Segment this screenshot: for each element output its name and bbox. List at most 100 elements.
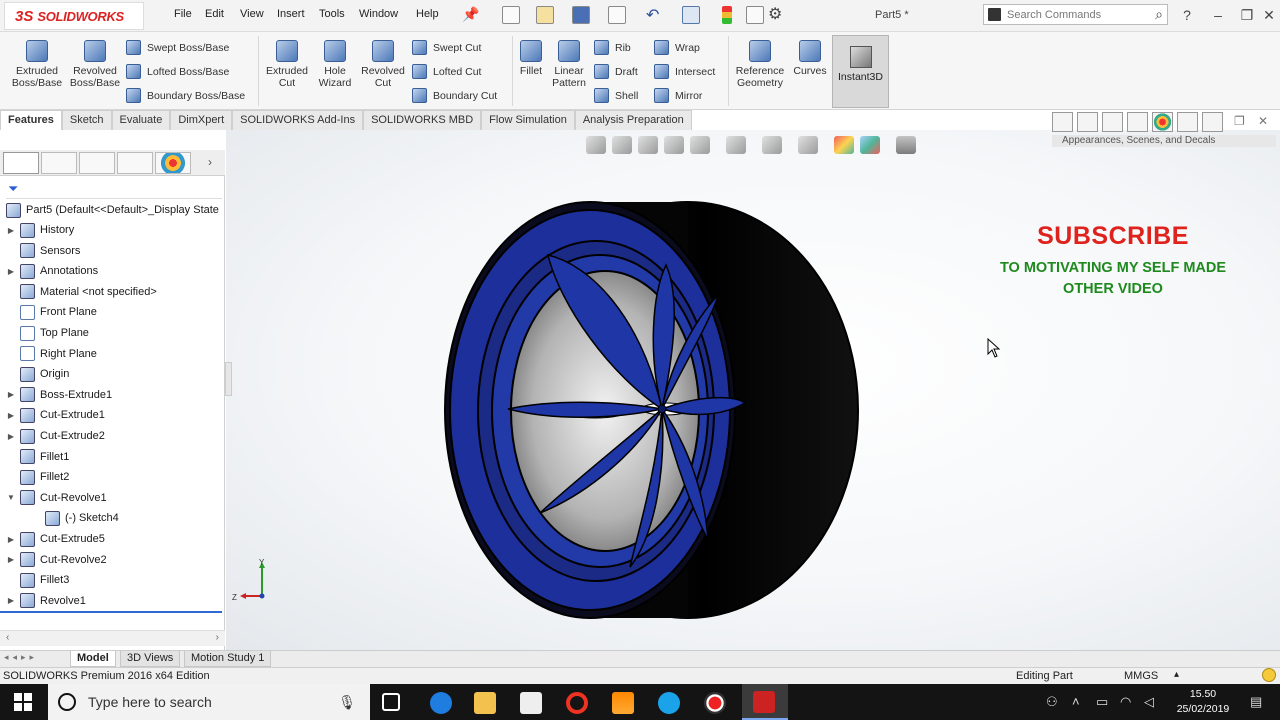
linear-pattern-button[interactable]: Linear Pattern bbox=[549, 40, 589, 89]
zoom-to-area-icon[interactable] bbox=[612, 136, 632, 154]
tab-scroll-arrows-icon[interactable]: ◂◂▸▸ bbox=[4, 652, 38, 663]
edge-icon[interactable] bbox=[430, 692, 452, 714]
tray-up-icon[interactable]: ˄ bbox=[1072, 694, 1080, 709]
revolved-cut-button[interactable]: Revolved Cut bbox=[358, 40, 408, 89]
store-icon[interactable] bbox=[520, 692, 542, 714]
extruded-cut-button[interactable]: Extruded Cut bbox=[262, 40, 312, 89]
units-chevron-icon[interactable]: ▴ bbox=[1174, 669, 1179, 680]
tree-item[interactable]: ▶ Cut-Extrude5 bbox=[0, 529, 225, 549]
wheel-model[interactable] bbox=[440, 195, 870, 625]
help-icon[interactable]: ? bbox=[1176, 5, 1198, 25]
hole-wizard-button[interactable]: Hole Wizard bbox=[314, 40, 356, 89]
solidworks-taskbar-button[interactable] bbox=[742, 684, 788, 720]
tree-item[interactable]: ▶ Revolve1 bbox=[0, 591, 225, 611]
notification-icon[interactable] bbox=[1262, 668, 1276, 682]
tab-features[interactable]: Features bbox=[0, 110, 62, 130]
revolved-boss-button[interactable]: Revolved Boss/Base bbox=[68, 40, 122, 89]
tab-analysis-preparation[interactable]: Analysis Preparation bbox=[574, 110, 692, 130]
fillet-button[interactable]: Fillet bbox=[516, 40, 546, 77]
status-units[interactable]: MMGS bbox=[1124, 670, 1158, 682]
search-input[interactable]: Search Commands bbox=[1007, 9, 1101, 21]
battery-icon[interactable]: ▭ bbox=[1096, 694, 1108, 710]
view-orientation-icon[interactable] bbox=[726, 136, 746, 154]
tree-item[interactable]: ▼ Cut-Revolve1 bbox=[0, 488, 225, 508]
tree-item[interactable]: ▶ Cut-Extrude2 bbox=[0, 426, 225, 446]
propertymanager-tab-icon[interactable] bbox=[41, 152, 77, 174]
expand-arrow-icon[interactable]: ▶ bbox=[5, 226, 17, 235]
dimxpert-tab-icon[interactable] bbox=[117, 152, 153, 174]
display-style-icon[interactable] bbox=[762, 136, 782, 154]
tree-filter[interactable]: ⏷ bbox=[6, 180, 222, 199]
tab-motion-study[interactable]: Motion Study 1 bbox=[184, 651, 272, 667]
minimize-icon[interactable]: – bbox=[1207, 5, 1229, 25]
tree-item[interactable]: Fillet3 bbox=[0, 570, 225, 590]
skype-icon[interactable] bbox=[658, 692, 680, 714]
tree-item[interactable]: ▶ Cut-Revolve2 bbox=[0, 550, 225, 570]
expand-arrow-icon[interactable]: ▶ bbox=[5, 411, 17, 420]
tree-root-part[interactable]: Part5 (Default<<Default>_Display State bbox=[0, 200, 225, 220]
tab-flow-simulation[interactable]: Flow Simulation bbox=[481, 110, 575, 130]
menu-help[interactable]: Help bbox=[416, 8, 439, 20]
windows-start-icon[interactable] bbox=[14, 693, 32, 711]
tab-3d-views[interactable]: 3D Views bbox=[120, 651, 181, 667]
expanded-arrow-icon[interactable]: ▼ bbox=[5, 493, 17, 502]
boundary-boss-button[interactable]: Boundary Boss/Base bbox=[126, 88, 245, 103]
new-document-icon[interactable] bbox=[502, 6, 520, 24]
taskbar-search-input[interactable]: Type here to search bbox=[88, 694, 212, 710]
undo-icon[interactable]: ↶ bbox=[646, 5, 659, 25]
curves-button[interactable]: Curves bbox=[792, 40, 828, 77]
expand-arrow-icon[interactable]: ▶ bbox=[5, 390, 17, 399]
tab-mbd[interactable]: SOLIDWORKS MBD bbox=[363, 110, 482, 130]
boundary-cut-button[interactable]: Boundary Cut bbox=[412, 88, 497, 103]
close-icon[interactable]: ✕ bbox=[1258, 5, 1280, 25]
tab-evaluate[interactable]: Evaluate bbox=[111, 110, 171, 130]
extruded-boss-button[interactable]: Extruded Boss/Base bbox=[12, 40, 62, 89]
tree-item[interactable]: Sensors bbox=[0, 241, 225, 261]
print-icon[interactable] bbox=[608, 6, 626, 24]
apply-scene-icon[interactable] bbox=[860, 136, 880, 154]
vlc-icon[interactable] bbox=[612, 692, 634, 714]
expand-arrow-icon[interactable]: ▶ bbox=[5, 596, 17, 605]
tree-item[interactable]: ▶ History bbox=[0, 220, 225, 240]
tree-item[interactable]: ▶ Annotations bbox=[0, 261, 225, 281]
opera-icon[interactable] bbox=[566, 692, 588, 714]
task-view-icon[interactable] bbox=[382, 693, 400, 711]
previous-view-icon[interactable] bbox=[638, 136, 658, 154]
zoom-to-fit-icon[interactable] bbox=[586, 136, 606, 154]
panel-splitter-handle[interactable] bbox=[225, 362, 232, 396]
swept-cut-button[interactable]: Swept Cut bbox=[412, 40, 481, 55]
menu-insert[interactable]: Insert bbox=[277, 8, 305, 20]
swept-boss-button[interactable]: Swept Boss/Base bbox=[126, 40, 229, 55]
reference-geometry-button[interactable]: Reference Geometry bbox=[732, 40, 788, 89]
wrap-button[interactable]: Wrap bbox=[654, 40, 700, 55]
tab-addins[interactable]: SOLIDWORKS Add-Ins bbox=[232, 110, 364, 130]
rebuild-icon[interactable] bbox=[722, 6, 732, 24]
tree-item[interactable]: Material <not specified> bbox=[0, 282, 225, 302]
file-properties-icon[interactable] bbox=[746, 6, 764, 24]
save-icon[interactable] bbox=[572, 6, 590, 24]
search-commands[interactable]: Search Commands ⌕ bbox=[983, 4, 1168, 25]
expand-arrow-icon[interactable]: ▶ bbox=[5, 432, 17, 441]
menu-view[interactable]: View bbox=[240, 8, 264, 20]
tab-sketch[interactable]: Sketch bbox=[61, 110, 112, 130]
microphone-icon[interactable]: 🎙 bbox=[338, 694, 356, 711]
menu-file[interactable]: File bbox=[174, 8, 192, 20]
featuremanager-tab-icon[interactable] bbox=[3, 152, 39, 174]
scroll-right-icon[interactable]: › bbox=[216, 632, 219, 643]
search-icon[interactable]: ⌕ bbox=[1155, 6, 1163, 23]
rib-button[interactable]: Rib bbox=[594, 40, 631, 55]
tree-item[interactable]: ▶ Cut-Extrude1 bbox=[0, 405, 225, 425]
tab-dimxpert[interactable]: DimXpert bbox=[170, 110, 233, 130]
tree-item[interactable]: Right Plane bbox=[0, 344, 225, 364]
tree-item[interactable]: (-) Sketch4 bbox=[0, 508, 225, 528]
scroll-left-icon[interactable]: ‹ bbox=[6, 632, 9, 643]
intersect-button[interactable]: Intersect bbox=[654, 64, 715, 79]
menu-window[interactable]: Window bbox=[359, 8, 398, 20]
menu-tools[interactable]: Tools bbox=[319, 8, 345, 20]
home-icon[interactable] bbox=[1052, 112, 1073, 132]
solidworks-logo[interactable]: 3S SOLIDWORKS bbox=[4, 2, 144, 30]
tree-item[interactable]: Front Plane bbox=[0, 302, 225, 322]
pin-pane-icon[interactable]: ❐ bbox=[1234, 114, 1245, 128]
rollback-bar[interactable] bbox=[0, 611, 222, 613]
expand-arrow-icon[interactable]: ▶ bbox=[5, 535, 17, 544]
